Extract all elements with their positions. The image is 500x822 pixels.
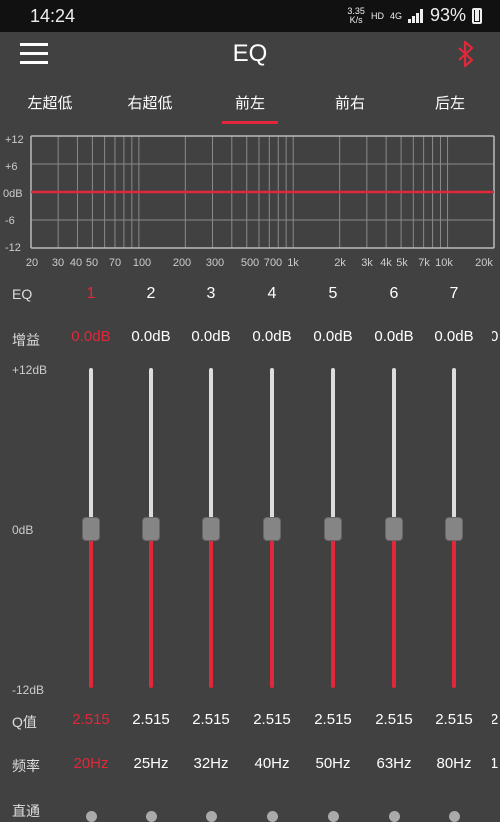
- band-q[interactable]: 2.515: [242, 711, 302, 728]
- tab-front-right[interactable]: 前右: [300, 92, 400, 113]
- gain-slider[interactable]: [321, 368, 345, 690]
- slider-thumb[interactable]: [324, 517, 342, 541]
- freq-tick-label: 1k: [287, 257, 299, 269]
- signal-icon: [407, 8, 423, 23]
- freq-tick-label: 50: [85, 257, 99, 269]
- freq-tick-label: 5k: [396, 257, 408, 269]
- slider-thumb[interactable]: [385, 517, 403, 541]
- band-q[interactable]: 2.515: [61, 711, 121, 728]
- freq-tick-label: 40: [69, 257, 83, 269]
- net-speed-unit: K/s: [349, 14, 363, 25]
- db-max-label: +12dB: [12, 363, 48, 377]
- band-freq[interactable]: 80Hz: [424, 755, 484, 772]
- band-q[interactable]: 2.515: [121, 711, 181, 728]
- direct-toggle[interactable]: [449, 811, 460, 822]
- band-number[interactable]: 7: [424, 285, 484, 303]
- tab-rear-left[interactable]: 后左: [400, 92, 500, 113]
- freq-tick-label: 10k: [435, 257, 453, 269]
- app-bar: EQ: [0, 32, 500, 78]
- freq-tick-label: 300: [205, 257, 225, 269]
- band-number[interactable]: 1: [61, 285, 121, 303]
- status-time: 14:24: [30, 6, 76, 26]
- band-freq[interactable]: 25Hz: [121, 755, 181, 772]
- freq-tick-label: 200: [172, 257, 192, 269]
- q-row-label: Q值: [12, 714, 37, 730]
- slider-thumb[interactable]: [142, 517, 160, 541]
- band-gain[interactable]: 0.0dB: [61, 328, 121, 345]
- gain-slider[interactable]: [199, 368, 223, 690]
- band-q[interactable]: 2.515: [364, 711, 424, 728]
- freq-tick-label: 20: [25, 257, 39, 269]
- db-min-label: -12dB: [12, 683, 45, 697]
- battery-percent: 93%: [429, 5, 466, 25]
- direct-toggle[interactable]: [328, 811, 339, 822]
- freq-tick-label: 20k: [475, 257, 493, 269]
- gain-slider[interactable]: [442, 368, 466, 690]
- slider-thumb[interactable]: [202, 517, 220, 541]
- gain-slider[interactable]: [79, 368, 103, 690]
- db-zero-label: 0dB: [12, 523, 34, 537]
- band-q[interactable]: 2.515: [181, 711, 241, 728]
- band-number[interactable]: 2: [121, 285, 181, 303]
- direct-toggle[interactable]: [206, 811, 217, 822]
- battery-icon: [472, 7, 482, 24]
- band-freq[interactable]: 40Hz: [242, 755, 302, 772]
- gain-slider[interactable]: [382, 368, 406, 690]
- tab-left-sub[interactable]: 左超低: [0, 92, 100, 113]
- band-gain[interactable]: 0.0dB: [424, 328, 484, 345]
- gain-slider[interactable]: [260, 368, 284, 690]
- tab-front-left[interactable]: 前左: [200, 92, 300, 113]
- freq-tick-label: 2k: [334, 257, 346, 269]
- direct-row-label: 直通: [12, 803, 40, 819]
- band-freq[interactable]: 32Hz: [181, 755, 241, 772]
- hd-indicator: HD: [370, 10, 384, 21]
- slider-thumb[interactable]: [445, 517, 463, 541]
- band-gain[interactable]: 0.0dB: [242, 328, 302, 345]
- network-type: 4G: [389, 10, 402, 21]
- tab-right-sub[interactable]: 右超低: [100, 92, 200, 113]
- freq-row-label: 频率: [12, 758, 40, 774]
- net-speed: 3.35 K/s: [347, 6, 365, 25]
- band-number[interactable]: 5: [303, 285, 363, 303]
- band-gain[interactable]: 0.0dB: [364, 328, 424, 345]
- freq-tick-label: 100: [132, 257, 152, 269]
- band-q[interactable]: 2.515: [303, 711, 363, 728]
- bluetooth-icon[interactable]: [456, 40, 476, 68]
- next-band-partial: 0 2 1: [492, 328, 499, 772]
- slider-thumb[interactable]: [263, 517, 281, 541]
- band-number[interactable]: 3: [181, 285, 241, 303]
- status-icons: 3.35 K/s HD 4G 93%: [347, 5, 482, 26]
- band-number[interactable]: 4: [242, 285, 302, 303]
- direct-toggle[interactable]: [146, 811, 157, 822]
- band-gain[interactable]: 0.0dB: [181, 328, 241, 345]
- status-bar: 14:24 3.35 K/s HD 4G 93%: [0, 0, 500, 32]
- freq-tick-label: 30: [51, 257, 65, 269]
- freq-tick-label: 7k: [418, 257, 430, 269]
- freq-tick-label: 70: [108, 257, 122, 269]
- freq-tick-label: 4k: [380, 257, 392, 269]
- band-gain[interactable]: 0.0dB: [121, 328, 181, 345]
- slider-thumb[interactable]: [82, 517, 100, 541]
- direct-toggle[interactable]: [86, 811, 97, 822]
- gain-slider[interactable]: [139, 368, 163, 690]
- band-freq[interactable]: 50Hz: [303, 755, 363, 772]
- direct-toggle[interactable]: [389, 811, 400, 822]
- freq-tick-label: 700: [263, 257, 283, 269]
- freq-tick-label: 3k: [361, 257, 373, 269]
- band-number[interactable]: 6: [364, 285, 424, 303]
- freq-tick-label: 500: [240, 257, 260, 269]
- page-title: EQ: [232, 40, 268, 67]
- active-tab-indicator: [222, 121, 278, 124]
- band-gain[interactable]: 0.0dB: [303, 328, 363, 345]
- band-freq[interactable]: 63Hz: [364, 755, 424, 772]
- band-freq[interactable]: 20Hz: [61, 755, 121, 772]
- direct-toggle[interactable]: [267, 811, 278, 822]
- graph-grid: [30, 135, 495, 249]
- eq-row-label: EQ: [12, 286, 33, 302]
- band-q[interactable]: 2.515: [424, 711, 484, 728]
- gain-row-label: 增益: [12, 332, 40, 348]
